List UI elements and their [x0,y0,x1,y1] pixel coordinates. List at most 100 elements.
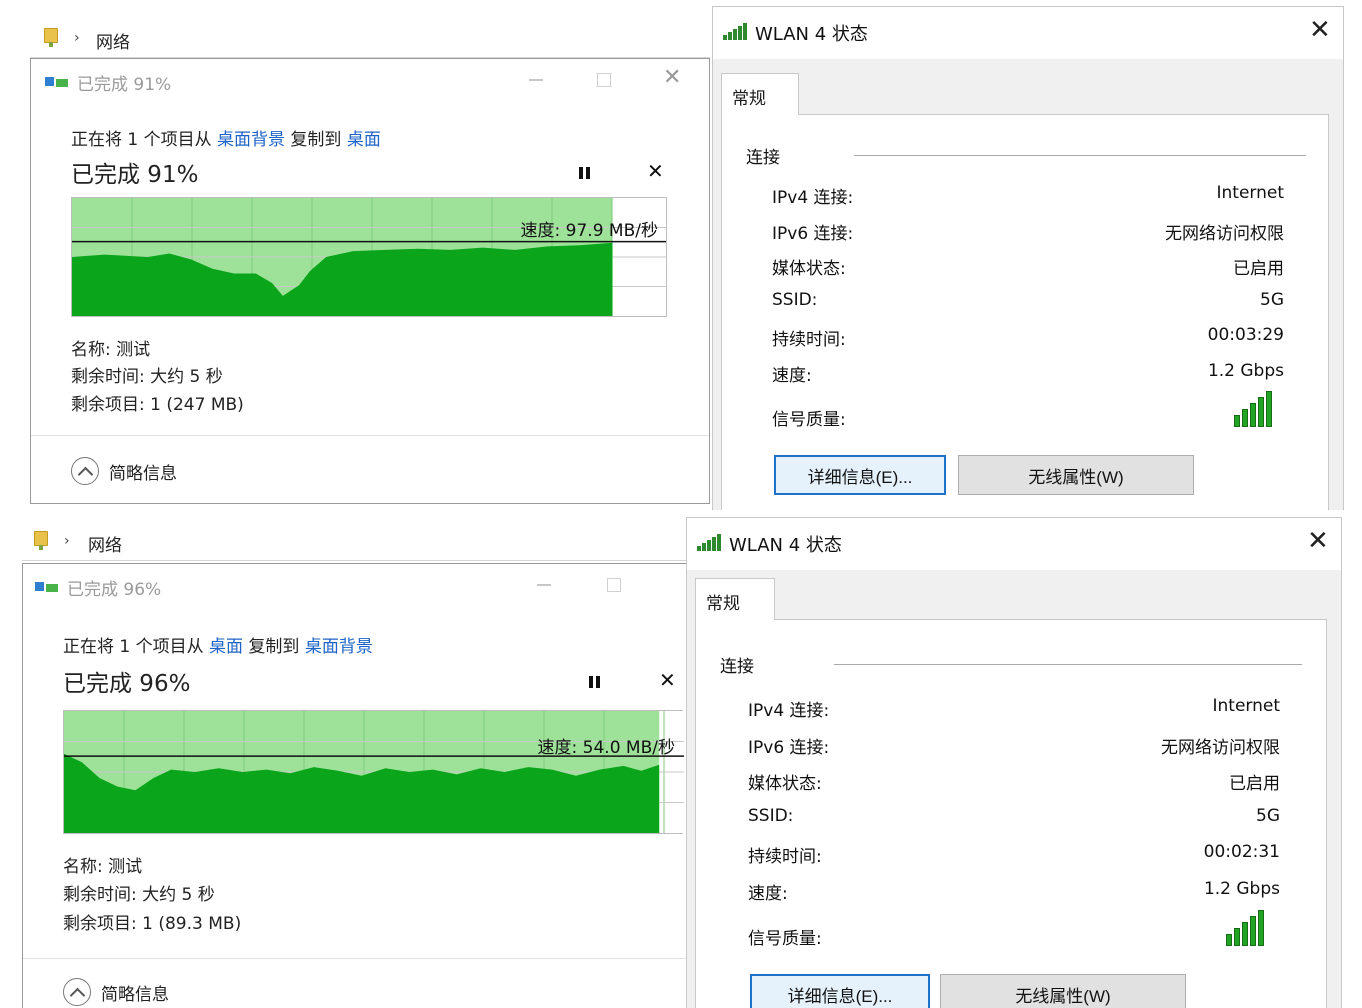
row-label: 速度: [772,365,812,386]
signal-bar [1226,934,1232,946]
dialog-divider [31,435,709,436]
explorer-address-bar[interactable]: › 网络 [30,22,710,58]
speed-graph: 速度: 97.9 MB/秒 [71,197,667,317]
copy-middle: 复制到 [285,130,347,150]
chevron-up-icon [63,978,91,1006]
row-label: 速度: [748,883,788,904]
tab-general[interactable]: 常规 [721,73,799,115]
top-screenshot: › 网络 已完成 91% ✕ 正在将 1 个项目从 桌面背景 复制到 桌面 已完… [0,0,1362,510]
dialog-title: 已完成 96% [67,580,162,600]
bottom-screenshot: › 网络 已完成 96% 正在将 1 个项目从 桌面 复制到 桌面背景 已完成 … [0,515,1362,1008]
row-label: IPv4 连接: [748,701,830,721]
fewer-details-label: 简略信息 [101,984,169,1005]
row-label: 媒体状态: [748,774,822,794]
close-icon[interactable]: ✕ [1307,526,1329,556]
row-value: 无网络访问权限 [1161,737,1280,758]
wifi-signal-icon [697,533,723,551]
row-value: 5G [1256,805,1280,826]
network-folder-icon [34,531,48,550]
row-value: 已启用 [1233,259,1284,279]
section-divider [854,155,1306,156]
chevron-right-icon: › [64,533,70,549]
signal-bar [1250,916,1256,946]
copy-prefix: 正在将 1 个项目从 [63,637,210,657]
copy-icon [35,580,59,594]
source-link[interactable]: 桌面背景 [217,130,285,150]
signal-bar [1266,391,1272,427]
copy-progress-dialog: 已完成 91% ✕ 正在将 1 个项目从 桌面背景 复制到 桌面 已完成 91%… [30,58,710,504]
pause-button[interactable] [579,167,591,181]
copy-description: 正在将 1 个项目从 桌面 复制到 桌面背景 [63,632,373,657]
signal-bar [1258,397,1264,427]
row-value: 5G [1260,289,1284,310]
wlan-title: WLAN 4 状态 [729,535,842,556]
signal-bar [1250,403,1256,427]
wlan-title-bar[interactable]: WLAN 4 状态 ✕ [687,518,1341,570]
percent-complete: 已完成 96% [63,671,191,697]
row-value: 无网络访问权限 [1165,223,1284,244]
signal-bar [1258,910,1264,946]
row-label: IPv4 连接: [772,188,854,208]
fewer-details-button[interactable]: 简略信息 [71,457,177,485]
dialog-title-bar[interactable]: 已完成 96% [23,564,686,608]
row-label: SSID: [772,289,818,310]
connection-section-label: 连接 [746,148,780,168]
row-label: 持续时间: [772,330,846,350]
details-button[interactable]: 详细信息(E)... [750,974,930,1008]
dialog-title: 已完成 91% [77,75,172,95]
signal-bar [1234,415,1240,427]
copy-progress-dialog: 已完成 96% 正在将 1 个项目从 桌面 复制到 桌面背景 已完成 96% ✕… [22,563,687,1008]
items-remaining: 剩余项目: 1 (247 MB) [71,395,244,415]
section-divider [834,664,1302,665]
maximize-icon[interactable] [607,578,621,592]
row-value: 已启用 [1229,774,1280,794]
row-label: 媒体状态: [772,259,846,279]
speed-graph: 速度: 54.0 MB/秒 [63,710,684,834]
wireless-properties-button[interactable]: 无线属性(W) [940,974,1186,1008]
time-remaining: 剩余时间: 大约 5 秒 [63,885,215,905]
details-button[interactable]: 详细信息(E)... [774,455,946,495]
wlan-title: WLAN 4 状态 [755,24,868,45]
dialog-divider [23,958,687,959]
percent-complete: 已完成 91% [71,162,199,188]
wlan-status-dialog: WLAN 4 状态 ✕ 常规 连接 IPv4 连接: Internet IPv6 连… [712,6,1344,510]
signal-bar [1242,409,1248,427]
row-label: 持续时间: [748,847,822,867]
time-remaining: 剩余时间: 大约 5 秒 [71,367,223,387]
row-label: SSID: [748,805,794,826]
close-icon[interactable]: ✕ [1309,15,1331,45]
signal-strength-icon [1234,389,1280,427]
row-label: IPv6 连接: [748,737,830,758]
row-value: Internet [1216,183,1284,203]
wlan-status-dialog: WLAN 4 状态 ✕ 常规 连接 IPv4 连接: Internet IPv6 连… [686,517,1342,1008]
copy-prefix: 正在将 1 个项目从 [71,130,218,150]
copy-description: 正在将 1 个项目从 桌面背景 复制到 桌面 [71,125,381,150]
copy-middle: 复制到 [243,637,305,657]
wifi-signal-icon [723,22,749,40]
cancel-button[interactable]: ✕ [659,668,676,692]
wlan-title-bar[interactable]: WLAN 4 状态 ✕ [713,7,1343,59]
explorer-address-bar[interactable]: › 网络 [22,525,686,561]
breadcrumb-network[interactable]: 网络 [88,531,122,556]
source-link[interactable]: 桌面 [209,637,243,657]
cancel-button[interactable]: ✕ [647,159,664,183]
dialog-title-bar[interactable]: 已完成 91% ✕ [31,59,709,103]
pause-button[interactable] [589,676,601,690]
chevron-up-icon [71,457,99,485]
maximize-icon[interactable] [597,73,611,87]
destination-link[interactable]: 桌面背景 [305,637,373,657]
wireless-properties-button[interactable]: 无线属性(W) [958,455,1194,495]
minimize-icon[interactable] [529,79,543,81]
row-value: 00:02:31 [1203,842,1280,862]
fewer-details-label: 简略信息 [109,463,177,484]
tab-general[interactable]: 常规 [695,578,775,620]
destination-link[interactable]: 桌面 [347,130,381,150]
row-value: 1.2 Gbps [1203,878,1280,899]
close-icon[interactable]: ✕ [663,65,681,90]
fewer-details-button[interactable]: 简略信息 [63,978,169,1006]
breadcrumb-network[interactable]: 网络 [96,28,130,53]
items-remaining: 剩余项目: 1 (89.3 MB) [63,914,242,934]
general-panel: 连接 IPv4 连接: Internet IPv6 连接: 无网络访问权限媒体状态: 已… [721,114,1329,510]
row-label: IPv6 连接: [772,223,854,244]
minimize-icon[interactable] [537,584,551,586]
